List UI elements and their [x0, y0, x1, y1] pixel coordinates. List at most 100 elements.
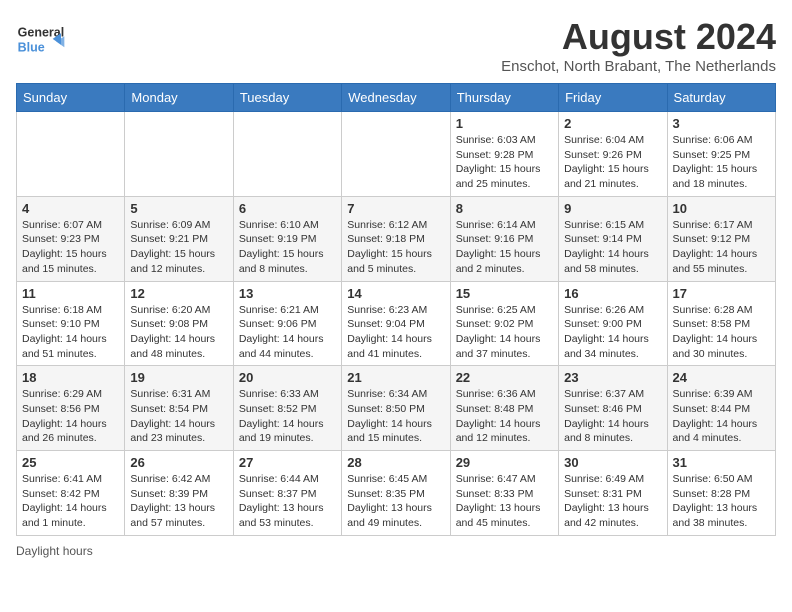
calendar-cell: 9 Sunrise: 6:15 AMSunset: 9:14 PMDaylight… — [559, 196, 667, 281]
calendar-cell: 2 Sunrise: 6:04 AMSunset: 9:26 PMDaylight… — [559, 112, 667, 197]
weekday-header: Friday — [559, 84, 667, 112]
calendar-cell — [125, 112, 233, 197]
day-number: 1 — [456, 116, 553, 131]
day-info: Sunrise: 6:15 AMSunset: 9:14 PMDaylight:… — [564, 218, 661, 277]
header: General Blue August 2024 Enschot, North … — [16, 16, 776, 75]
calendar-cell: 26 Sunrise: 6:42 AMSunset: 8:39 PMDayligh… — [125, 451, 233, 536]
day-number: 25 — [22, 455, 119, 470]
day-number: 16 — [564, 286, 661, 301]
day-number: 12 — [130, 286, 227, 301]
main-title: August 2024 — [501, 16, 776, 58]
day-info: Sunrise: 6:28 AMSunset: 8:58 PMDaylight:… — [673, 303, 770, 362]
day-info: Sunrise: 6:50 AMSunset: 8:28 PMDaylight:… — [673, 472, 770, 531]
calendar-cell: 22Sunrise: 6:36 AMSunset: 8:48 PMDayligh… — [450, 366, 558, 451]
day-number: 3 — [673, 116, 770, 131]
calendar-cell: 18Sunrise: 6:29 AMSunset: 8:56 PMDayligh… — [17, 366, 125, 451]
day-info: Sunrise: 6:36 AMSunset: 8:48 PMDaylight:… — [456, 387, 553, 446]
calendar-week-row: 4 Sunrise: 6:07 AMSunset: 9:23 PMDaylight… — [17, 196, 776, 281]
calendar-cell: 3 Sunrise: 6:06 AMSunset: 9:25 PMDaylight… — [667, 112, 775, 197]
calendar-cell: 10 Sunrise: 6:17 AMSunset: 9:12 PMDayligh… — [667, 196, 775, 281]
calendar-cell — [233, 112, 341, 197]
day-info: Sunrise: 6:25 AMSunset: 9:02 PMDaylight:… — [456, 303, 553, 362]
day-info: Sunrise: 6:42 AMSunset: 8:39 PMDaylight:… — [130, 472, 227, 531]
calendar-cell: 19 Sunrise: 6:31 AMSunset: 8:54 PMDayligh… — [125, 366, 233, 451]
day-info: Sunrise: 6:12 AMSunset: 9:18 PMDaylight:… — [347, 218, 444, 277]
weekday-header: Wednesday — [342, 84, 450, 112]
weekday-header: Saturday — [667, 84, 775, 112]
day-number: 29 — [456, 455, 553, 470]
day-number: 19 — [130, 370, 227, 385]
day-number: 26 — [130, 455, 227, 470]
day-info: Sunrise: 6:14 AMSunset: 9:16 PMDaylight:… — [456, 218, 553, 277]
day-info: Sunrise: 6:47 AMSunset: 8:33 PMDaylight:… — [456, 472, 553, 531]
calendar-cell: 6 Sunrise: 6:10 AMSunset: 9:19 PMDaylight… — [233, 196, 341, 281]
day-info: Sunrise: 6:09 AMSunset: 9:21 PMDaylight:… — [130, 218, 227, 277]
calendar-week-row: 11 Sunrise: 6:18 AMSunset: 9:10 PMDayligh… — [17, 281, 776, 366]
calendar-cell: 21Sunrise: 6:34 AMSunset: 8:50 PMDayligh… — [342, 366, 450, 451]
calendar-cell: 17 Sunrise: 6:28 AMSunset: 8:58 PMDayligh… — [667, 281, 775, 366]
day-number: 7 — [347, 201, 444, 216]
calendar-cell: 16 Sunrise: 6:26 AMSunset: 9:00 PMDayligh… — [559, 281, 667, 366]
calendar-cell: 4 Sunrise: 6:07 AMSunset: 9:23 PMDaylight… — [17, 196, 125, 281]
day-info: Sunrise: 6:06 AMSunset: 9:25 PMDaylight:… — [673, 133, 770, 192]
calendar-cell: 5Sunrise: 6:09 AMSunset: 9:21 PMDaylight… — [125, 196, 233, 281]
day-info: Sunrise: 6:10 AMSunset: 9:19 PMDaylight:… — [239, 218, 336, 277]
day-number: 28 — [347, 455, 444, 470]
day-number: 10 — [673, 201, 770, 216]
logo-icon: General Blue — [16, 16, 66, 66]
day-info: Sunrise: 6:26 AMSunset: 9:00 PMDaylight:… — [564, 303, 661, 362]
weekday-header: Sunday — [17, 84, 125, 112]
day-number: 9 — [564, 201, 661, 216]
calendar-cell: 14 Sunrise: 6:23 AMSunset: 9:04 PMDayligh… — [342, 281, 450, 366]
subtitle: Enschot, North Brabant, The Netherlands — [501, 58, 776, 75]
footer-note: Daylight hours — [16, 544, 776, 558]
day-number: 27 — [239, 455, 336, 470]
day-number: 2 — [564, 116, 661, 131]
calendar-table: SundayMondayTuesdayWednesdayThursdayFrid… — [16, 83, 776, 536]
day-number: 14 — [347, 286, 444, 301]
weekday-header: Thursday — [450, 84, 558, 112]
day-number: 31 — [673, 455, 770, 470]
day-info: Sunrise: 6:18 AMSunset: 9:10 PMDaylight:… — [22, 303, 119, 362]
calendar-cell — [342, 112, 450, 197]
day-info: Sunrise: 6:41 AMSunset: 8:42 PMDaylight:… — [22, 472, 119, 531]
calendar-cell: 13Sunrise: 6:21 AMSunset: 9:06 PMDayligh… — [233, 281, 341, 366]
day-info: Sunrise: 6:17 AMSunset: 9:12 PMDaylight:… — [673, 218, 770, 277]
day-info: Sunrise: 6:49 AMSunset: 8:31 PMDaylight:… — [564, 472, 661, 531]
calendar-cell: 8 Sunrise: 6:14 AMSunset: 9:16 PMDaylight… — [450, 196, 558, 281]
calendar-cell: 31 Sunrise: 6:50 AMSunset: 8:28 PMDayligh… — [667, 451, 775, 536]
day-info: Sunrise: 6:04 AMSunset: 9:26 PMDaylight:… — [564, 133, 661, 192]
day-info: Sunrise: 6:34 AMSunset: 8:50 PMDaylight:… — [347, 387, 444, 446]
day-number: 20 — [239, 370, 336, 385]
calendar-cell — [17, 112, 125, 197]
weekday-header: Tuesday — [233, 84, 341, 112]
calendar-week-row: 25 Sunrise: 6:41 AMSunset: 8:42 PMDayligh… — [17, 451, 776, 536]
calendar-cell: 29 Sunrise: 6:47 AMSunset: 8:33 PMDayligh… — [450, 451, 558, 536]
day-info: Sunrise: 6:29 AMSunset: 8:56 PMDaylight:… — [22, 387, 119, 446]
calendar-cell: 30 Sunrise: 6:49 AMSunset: 8:31 PMDayligh… — [559, 451, 667, 536]
footer-note-text: Daylight hours — [16, 544, 93, 558]
day-info: Sunrise: 6:07 AMSunset: 9:23 PMDaylight:… — [22, 218, 119, 277]
day-info: Sunrise: 6:45 AMSunset: 8:35 PMDaylight:… — [347, 472, 444, 531]
day-number: 24 — [673, 370, 770, 385]
day-number: 13 — [239, 286, 336, 301]
calendar-week-row: 1Sunrise: 6:03 AMSunset: 9:28 PMDaylight… — [17, 112, 776, 197]
svg-text:Blue: Blue — [18, 40, 45, 54]
day-number: 15 — [456, 286, 553, 301]
calendar-cell: 25 Sunrise: 6:41 AMSunset: 8:42 PMDayligh… — [17, 451, 125, 536]
day-number: 8 — [456, 201, 553, 216]
day-info: Sunrise: 6:33 AMSunset: 8:52 PMDaylight:… — [239, 387, 336, 446]
calendar-cell: 1Sunrise: 6:03 AMSunset: 9:28 PMDaylight… — [450, 112, 558, 197]
day-number: 11 — [22, 286, 119, 301]
calendar-cell: 11 Sunrise: 6:18 AMSunset: 9:10 PMDayligh… — [17, 281, 125, 366]
day-number: 17 — [673, 286, 770, 301]
day-number: 6 — [239, 201, 336, 216]
calendar-cell: 15 Sunrise: 6:25 AMSunset: 9:02 PMDayligh… — [450, 281, 558, 366]
title-area: August 2024 Enschot, North Brabant, The … — [501, 16, 776, 75]
calendar-cell: 23Sunrise: 6:37 AMSunset: 8:46 PMDayligh… — [559, 366, 667, 451]
day-number: 4 — [22, 201, 119, 216]
day-number: 30 — [564, 455, 661, 470]
day-info: Sunrise: 6:31 AMSunset: 8:54 PMDaylight:… — [130, 387, 227, 446]
day-info: Sunrise: 6:23 AMSunset: 9:04 PMDaylight:… — [347, 303, 444, 362]
day-number: 23 — [564, 370, 661, 385]
